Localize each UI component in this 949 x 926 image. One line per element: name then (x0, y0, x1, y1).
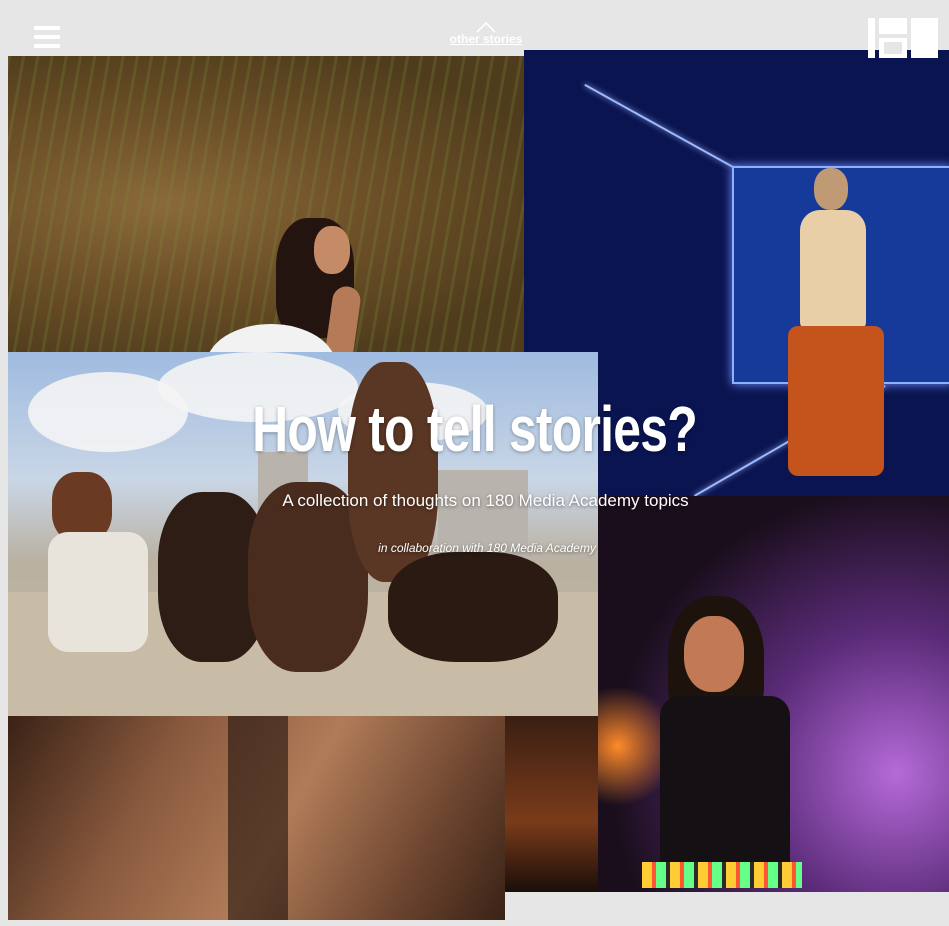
collage-photo-dj-crowd (598, 496, 949, 892)
180-logo-icon[interactable] (868, 18, 940, 58)
collaboration-note: in collaboration with 180 Media Academy (378, 541, 596, 555)
page-title: How to tell stories? (252, 393, 698, 465)
other-stories-label: other stories (449, 32, 523, 46)
collage-photo-dj-hands (505, 716, 598, 892)
top-bar: other stories (0, 0, 949, 58)
other-stories-link[interactable]: other stories (446, 20, 526, 46)
collage-photo-hillside-woman (8, 56, 524, 352)
collage-photo-tattooed-arm (8, 716, 505, 920)
hamburger-menu-icon[interactable] (34, 26, 60, 48)
page-subtitle: A collection of thoughts on 180 Media Ac… (282, 491, 689, 510)
